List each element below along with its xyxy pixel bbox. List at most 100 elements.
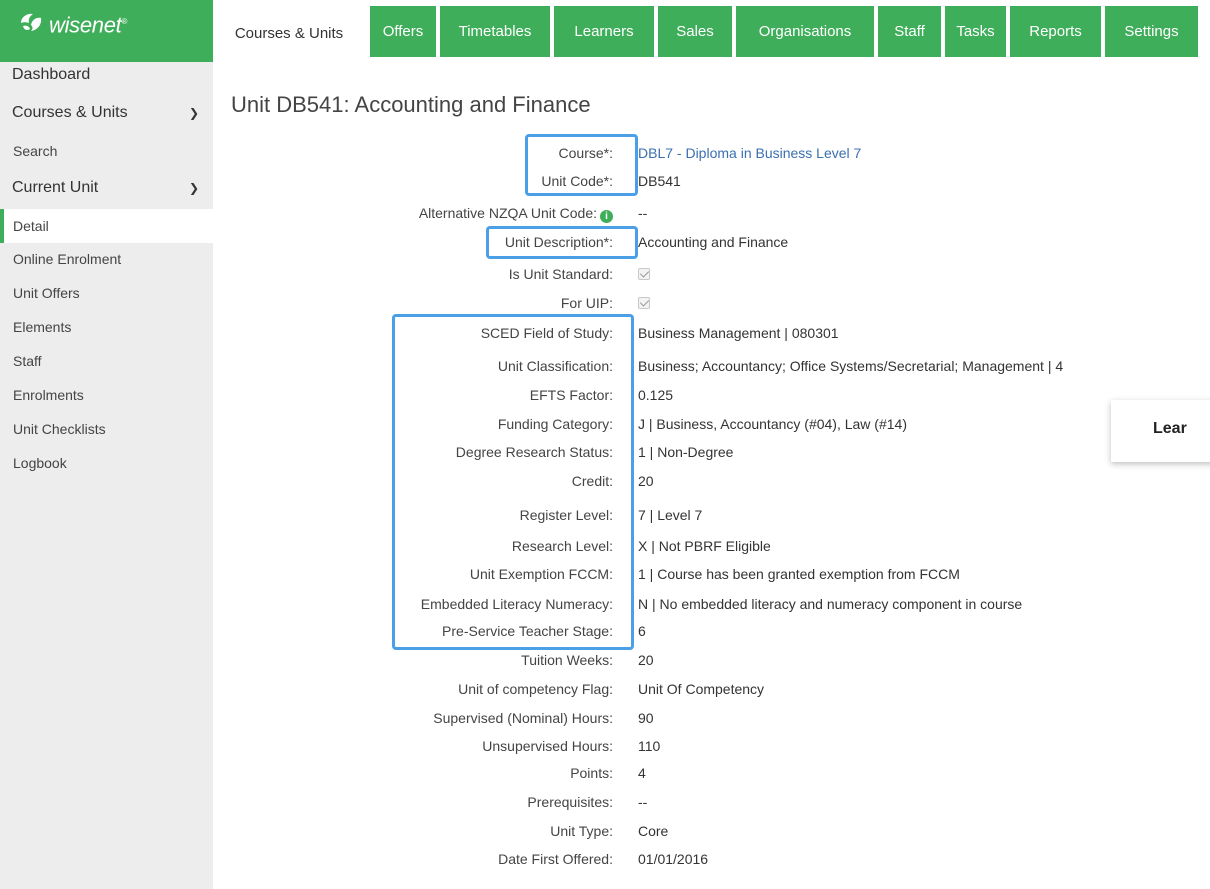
field-row: Credit: 20: [213, 470, 1210, 492]
field-value: [638, 292, 650, 314]
tab-offers[interactable]: Offers: [370, 6, 436, 57]
sidebar-item-elements[interactable]: Elements: [0, 314, 213, 340]
field-row: Alternative NZQA Unit Code: i --: [213, 202, 1210, 224]
field-value: 0.125: [638, 387, 674, 403]
tab-sales[interactable]: Sales: [658, 6, 732, 57]
tab-organisations[interactable]: Organisations: [736, 6, 874, 57]
field-row: Unit Classification: Business; Accountan…: [213, 355, 1210, 377]
field-value: 1 | Course has been granted exemption fr…: [638, 566, 960, 582]
chevron-down-icon: ❯: [188, 106, 199, 120]
tab-learners[interactable]: Learners: [554, 6, 654, 57]
field-label: Unit Type:: [550, 823, 613, 839]
field-row: Course*: DBL7 - Diploma in Business Leve…: [213, 142, 1210, 164]
field-value: Unit Of Competency: [638, 681, 765, 697]
highlight-unit-description: [486, 226, 638, 259]
field-value: 20: [638, 473, 654, 489]
wisenet-logo-icon: [18, 9, 44, 35]
field-value: 90: [638, 710, 654, 726]
field-row: Unit of competency Flag: Unit Of Compete…: [213, 678, 1210, 700]
field-row: Degree Research Status: 1 | Non-Degree: [213, 441, 1210, 463]
sidebar: Dashboard Courses & Units ❯ Search Curre…: [0, 62, 213, 889]
field-row: Unsupervised Hours: 110: [213, 735, 1210, 757]
sidebar-item-enrolments[interactable]: Enrolments: [0, 382, 213, 408]
field-row: EFTS Factor: 0.125: [213, 384, 1210, 406]
brand-logo[interactable]: wisenet®: [0, 0, 213, 62]
field-label: Tuition Weeks:: [521, 652, 613, 668]
sidebar-item-search[interactable]: Search: [0, 138, 213, 164]
sidebar-item-label: Current Unit: [12, 179, 99, 196]
tab-timetables[interactable]: Timetables: [440, 6, 550, 57]
tab-reports[interactable]: Reports: [1010, 6, 1101, 57]
field-label: Prerequisites:: [527, 794, 613, 810]
field-label: Is Unit Standard:: [508, 266, 613, 282]
main-tabs: Courses & Units Offers Timetables Learne…: [213, 0, 1210, 62]
field-row: Unit Type: Core: [213, 820, 1210, 842]
sidebar-item-detail[interactable]: Detail: [0, 209, 213, 243]
field-value: --: [638, 794, 648, 810]
field-row: Points: 4: [213, 762, 1210, 784]
field-label: Supervised (Nominal) Hours:: [433, 710, 613, 726]
field-row: Supervised (Nominal) Hours: 90: [213, 707, 1210, 729]
field-row: For UIP:: [213, 292, 1210, 314]
info-icon[interactable]: i: [600, 210, 613, 223]
field-label: Unsupervised Hours:: [482, 738, 613, 754]
field-row: Register Level: 7 | Level 7: [213, 504, 1210, 526]
sidebar-item-unit-checklists[interactable]: Unit Checklists: [0, 416, 213, 442]
sidebar-item-logbook[interactable]: Logbook: [0, 450, 213, 476]
field-value: 110: [638, 738, 661, 754]
field-label: Alternative NZQA Unit Code: i: [419, 202, 613, 224]
field-value: Business Management | 080301: [638, 325, 839, 341]
field-value: DB541: [638, 173, 681, 189]
field-row: Pre-Service Teacher Stage: 6: [213, 620, 1210, 642]
sidebar-item-label: Courses & Units: [12, 104, 128, 121]
field-label: Unit of competency Flag:: [458, 681, 613, 697]
course-link[interactable]: DBL7 - Diploma in Business Level 7: [638, 142, 861, 164]
field-label: For UIP:: [560, 295, 613, 311]
field-value: 20: [638, 652, 654, 668]
tab-settings[interactable]: Settings: [1105, 6, 1198, 57]
field-value: Accounting and Finance: [638, 234, 789, 250]
field-row: Unit Description*: Accounting and Financ…: [213, 231, 1210, 253]
highlight-sced-to-teacher-stage: [392, 314, 634, 650]
top-navigation-bar: wisenet® Courses & Units Offers Timetabl…: [0, 0, 1210, 62]
for-uip-checkbox: [638, 297, 650, 309]
highlight-course-unit-code: [525, 134, 638, 196]
tab-courses-units[interactable]: Courses & Units: [213, 6, 365, 62]
field-value: 1 | Non-Degree: [638, 444, 734, 460]
field-value: 6: [638, 623, 646, 639]
sidebar-item-online-enrolment[interactable]: Online Enrolment: [0, 246, 213, 272]
field-row: Date First Offered: 01/01/2016: [213, 848, 1210, 870]
field-row: Embedded Literacy Numeracy: N | No embed…: [213, 593, 1210, 615]
field-row: Unit Exemption FCCM: 1 | Course has been…: [213, 563, 1210, 585]
field-row: Is Unit Standard:: [213, 263, 1210, 285]
field-value: --: [638, 205, 648, 221]
field-row: Funding Category: J | Business, Accounta…: [213, 413, 1210, 435]
field-value: 4: [638, 765, 646, 781]
field-value: [638, 263, 650, 285]
field-row: Tuition Weeks: 20: [213, 649, 1210, 671]
chevron-down-icon: ❯: [188, 181, 199, 195]
field-value: X | Not PBRF Eligible: [638, 538, 771, 554]
field-value: Core: [638, 823, 669, 839]
tab-tasks[interactable]: Tasks: [945, 6, 1006, 57]
field-value: 7 | Level 7: [638, 507, 703, 523]
field-row: Prerequisites: --: [213, 791, 1210, 813]
brand-name: wisenet®: [49, 12, 128, 38]
sidebar-item-staff[interactable]: Staff: [0, 348, 213, 374]
tab-staff[interactable]: Staff: [878, 6, 941, 57]
field-value: 01/01/2016: [638, 851, 709, 867]
field-label: Points:: [570, 765, 613, 781]
field-row: Unit Code*: DB541: [213, 170, 1210, 192]
field-row: Research Level: X | Not PBRF Eligible: [213, 535, 1210, 557]
sidebar-item-unit-offers[interactable]: Unit Offers: [0, 280, 213, 306]
field-value: J | Business, Accountancy (#04), Law (#1…: [638, 416, 907, 432]
page-title: Unit DB541: Accounting and Finance: [231, 92, 591, 117]
field-value: Business; Accountancy; Office Systems/Se…: [638, 358, 1064, 374]
floating-learners-panel[interactable]: Lear: [1111, 400, 1210, 462]
sidebar-item-courses-units[interactable]: Courses & Units ❯: [0, 100, 213, 126]
field-row: SCED Field of Study: Business Management…: [213, 322, 1210, 344]
field-value: N | No embedded literacy and numeracy co…: [638, 596, 1023, 612]
sidebar-item-current-unit[interactable]: Current Unit ❯: [0, 175, 213, 201]
sidebar-item-dashboard[interactable]: Dashboard: [0, 62, 213, 88]
field-label: Date First Offered:: [498, 851, 613, 867]
